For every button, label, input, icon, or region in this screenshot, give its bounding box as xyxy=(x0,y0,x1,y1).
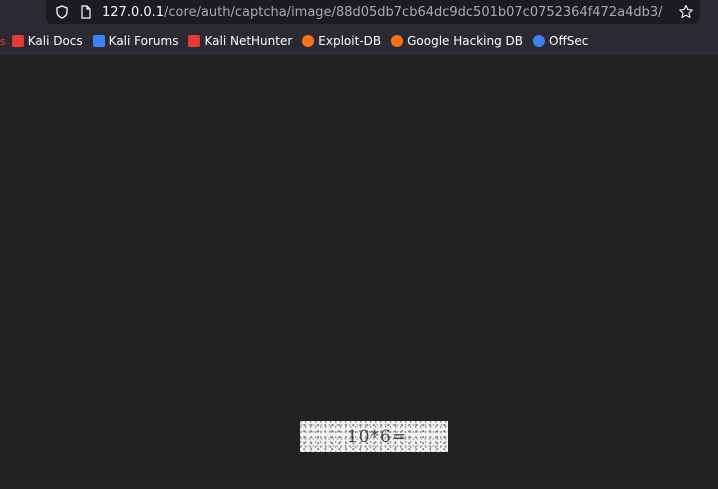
address-bar[interactable]: 127.0.0.1/core/auth/captcha/image/88d05d… xyxy=(46,0,700,24)
exploit-db-icon xyxy=(302,35,315,47)
bookmark-label: Kali Docs xyxy=(27,34,83,48)
page-info-icon[interactable] xyxy=(78,4,94,20)
bookmark-label: OffSec xyxy=(549,34,589,48)
bookmark-kali-forums[interactable]: Kali Forums xyxy=(92,34,179,48)
kali-forums-icon xyxy=(92,35,105,47)
bookmark-google-hacking-db[interactable]: Google Hacking DB xyxy=(391,34,523,48)
bookmark-label: Exploit-DB xyxy=(318,34,382,48)
bookmark-label: Kali Forums xyxy=(108,34,179,48)
bookmarks-toolbar: s Kali Docs Kali Forums Kali NetHunter E… xyxy=(0,29,598,53)
bookmark-star-icon[interactable] xyxy=(678,4,694,20)
bookmark-exploit-db[interactable]: Exploit-DB xyxy=(302,34,381,48)
url-path: /core/auth/captcha/image/88d05db7cb64dc9… xyxy=(164,4,663,20)
captcha-image: 10*6= xyxy=(300,421,448,452)
kali-docs-icon xyxy=(11,35,24,47)
bookmark-kali-nethunter[interactable]: Kali NetHunter xyxy=(188,34,292,48)
bookmark-kali-docs[interactable]: Kali Docs xyxy=(11,34,83,48)
captcha-text: 10*6= xyxy=(346,426,408,447)
google-hacking-db-icon xyxy=(391,35,404,47)
bookmark-offsec[interactable]: OffSec xyxy=(533,34,588,48)
tracking-protection-shield-icon[interactable] xyxy=(54,4,70,20)
offsec-icon xyxy=(533,35,546,47)
url-host: 127.0.0.1 xyxy=(102,4,165,20)
browser-toolbar: 127.0.0.1/core/auth/captcha/image/88d05d… xyxy=(0,0,718,55)
kali-nethunter-icon xyxy=(188,35,201,47)
bookmark-label: Kali NetHunter xyxy=(204,34,293,48)
bookmark-overflow-icon[interactable]: s xyxy=(0,35,6,48)
bookmark-label: Google Hacking DB xyxy=(407,34,524,48)
